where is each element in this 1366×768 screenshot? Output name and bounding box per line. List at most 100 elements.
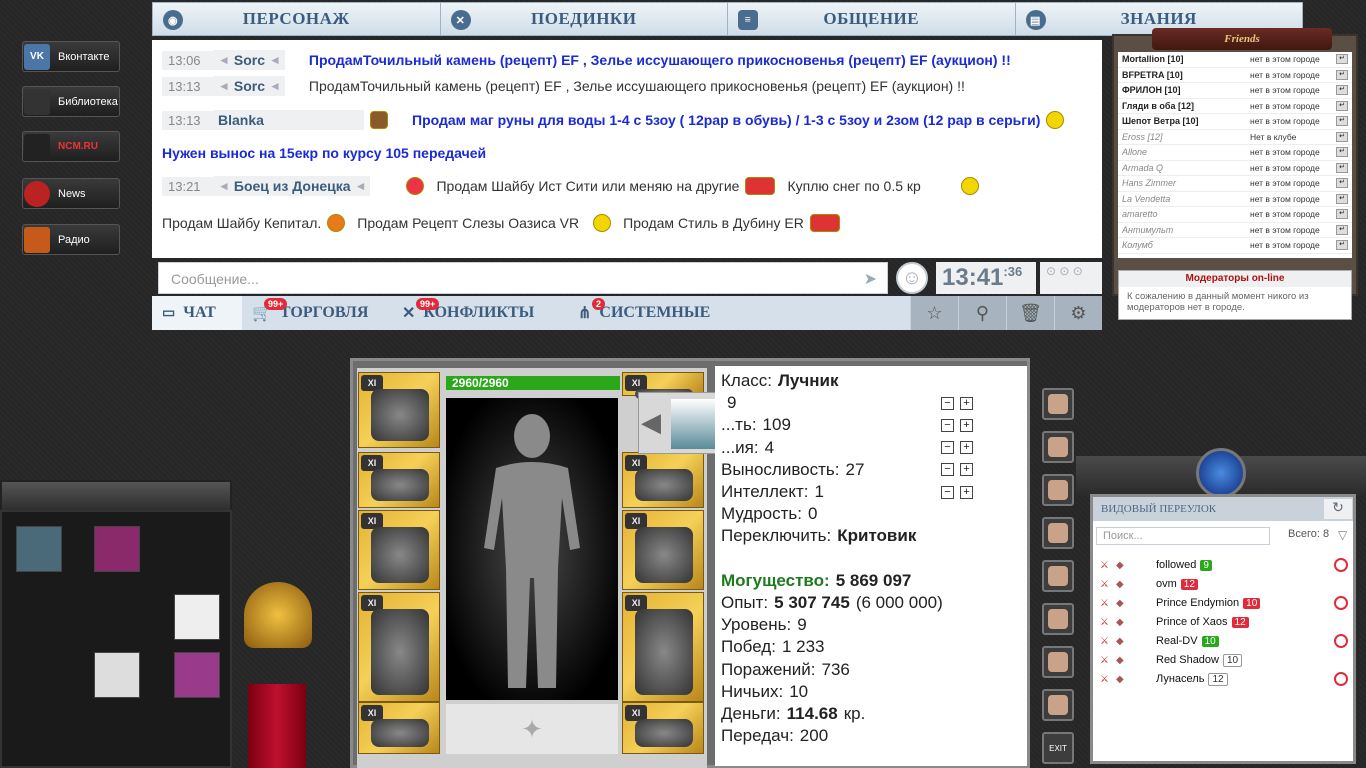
reply-icon[interactable]: ↵ — [1336, 100, 1348, 111]
plus-icon[interactable]: + — [960, 396, 973, 410]
reply-icon[interactable]: ↵ — [1336, 54, 1348, 65]
tab-trade[interactable]: 🛒 99+ ТОРГОВЛЯ — [242, 296, 392, 330]
tab-chat[interactable]: ▭ ЧАТ — [152, 296, 242, 330]
friend-row[interactable]: La Vendetta нет в этом городе ↵ — [1118, 192, 1352, 207]
reply-icon[interactable]: ↵ — [1336, 240, 1348, 251]
location-user[interactable]: ⚔ ◆ Red Shadow 10 — [1100, 651, 1243, 669]
message-input[interactable]: Сообщение... ➤ — [158, 262, 888, 294]
friend-row[interactable]: Hans Zimmer нет в этом городе ↵ — [1118, 176, 1352, 192]
chat-nick[interactable]: ◄ Sorc ◄ — [214, 50, 285, 70]
prev-arrow-icon[interactable]: ◀ — [641, 407, 661, 438]
friend-row[interactable]: Mortallion [10] нет в этом городе ↵ — [1118, 52, 1352, 68]
potion-item-icon[interactable] — [174, 652, 220, 698]
news-link[interactable]: News — [22, 178, 120, 209]
fight-icon[interactable]: ⚔ — [1100, 674, 1116, 685]
gear-icon[interactable]: ⚙ — [1054, 296, 1102, 330]
reply-icon[interactable]: ↵ — [1336, 116, 1348, 127]
equipment-slot[interactable]: XI — [358, 510, 440, 590]
target-icon[interactable] — [1334, 558, 1348, 572]
plus-icon[interactable]: + — [960, 418, 973, 432]
equipment-slot[interactable]: XI — [622, 510, 704, 590]
timer-icons[interactable]: ⊙ ⊙ ⊙ — [1040, 262, 1102, 294]
equipment-slot[interactable]: XI — [358, 702, 440, 754]
chat-nick[interactable]: ◄ Sorc ◄ — [214, 76, 285, 96]
reply-icon[interactable]: ↵ — [1336, 162, 1348, 173]
reply-icon[interactable]: ↵ — [1336, 193, 1348, 204]
refresh-icon[interactable]: ↻ — [1324, 499, 1352, 519]
banner-icon[interactable] — [248, 684, 306, 768]
stat-adjust[interactable]: − + — [941, 485, 973, 499]
reply-icon[interactable]: ↵ — [1336, 69, 1348, 80]
minus-icon[interactable]: − — [941, 485, 954, 499]
friend-row[interactable]: Allone нет в этом городе ↵ — [1118, 145, 1352, 161]
equipment-slot[interactable]: XI — [622, 452, 704, 508]
plus-icon[interactable]: + — [960, 441, 973, 455]
location-user[interactable]: ⚔ ◆ Лунасель 12 — [1100, 670, 1228, 688]
target-icon[interactable] — [1334, 596, 1348, 610]
reply-icon[interactable]: ↵ — [1336, 178, 1348, 189]
filter-icon[interactable]: ▽ — [1338, 528, 1347, 542]
minus-icon[interactable]: − — [941, 396, 954, 410]
friend-row[interactable]: BFPETRA [10] нет в этом городе ↵ — [1118, 68, 1352, 83]
minus-icon[interactable]: − — [941, 418, 954, 432]
fight-icon[interactable]: ⚔ — [1100, 579, 1116, 590]
group-icon[interactable] — [1042, 689, 1074, 721]
equipment-slot[interactable]: XI — [358, 452, 440, 508]
bottle-icon[interactable] — [1042, 646, 1074, 678]
fight-icon[interactable]: ⚔ — [1100, 617, 1116, 628]
friend-row[interactable]: Гляди в оба [12] нет в этом городе ↵ — [1118, 99, 1352, 114]
fight-icon[interactable]: ⚔ — [1100, 598, 1116, 609]
friend-row[interactable]: amaretto нет в этом городе ↵ — [1118, 207, 1352, 223]
nav-duels[interactable]: ✕ ПОЕДИНКИ — [441, 3, 728, 35]
reply-icon[interactable]: ↵ — [1336, 147, 1348, 158]
nav-social[interactable]: ≡ ОБЩЕНИЕ — [728, 3, 1016, 35]
stat-row[interactable]: Переключить: Критовик — [721, 525, 1021, 547]
fight-icon[interactable]: ⚔ — [1100, 560, 1116, 571]
equipment-slot[interactable]: XI — [622, 702, 704, 754]
equipment-slot[interactable]: XI — [358, 592, 440, 702]
bag-icon[interactable] — [1042, 603, 1074, 635]
rating-icon[interactable]: ☆ — [910, 296, 958, 330]
smiley-picker-icon[interactable]: ☺ — [896, 262, 928, 294]
globe-icon[interactable] — [1196, 448, 1246, 498]
note-item-icon[interactable] — [94, 652, 140, 698]
friend-row[interactable]: ФРИЛОН [10] нет в этом городе ↵ — [1118, 83, 1352, 99]
minus-icon[interactable]: − — [941, 441, 954, 455]
map-icon[interactable] — [1042, 431, 1074, 463]
tab-system[interactable]: ⋔ 2 СИСТЕМНЫЕ — [568, 296, 732, 330]
location-user[interactable]: ⚔ ◆ followed 9 — [1100, 556, 1212, 574]
exit-icon[interactable]: EXIT — [1042, 732, 1074, 764]
location-user[interactable]: ⚔ ◆ Prince of Xaos 12 — [1100, 613, 1249, 631]
fork-item-icon[interactable] — [16, 526, 62, 572]
plus-icon[interactable]: + — [960, 485, 973, 499]
target-icon[interactable] — [1334, 672, 1348, 686]
friend-row[interactable]: Armada Q нет в этом городе ↵ — [1118, 161, 1352, 176]
medkit-item-icon[interactable] — [174, 594, 220, 640]
stat-adjust[interactable]: − + — [941, 418, 973, 432]
library-link[interactable]: Библиотека — [22, 86, 120, 117]
ncm-link[interactable]: NCM.RU — [22, 131, 120, 162]
stat-adjust[interactable]: − + — [941, 463, 973, 477]
friend-row[interactable]: Шепот Ветра [10] нет в этом городе ↵ — [1118, 114, 1352, 130]
chat-log[interactable]: 13:06 ◄ Sorc ◄ ПродамТочильный камень (рец… — [152, 40, 1102, 258]
friend-row[interactable]: Eross [12] Нет в клубе ↵ — [1118, 130, 1352, 145]
scroll-item-icon[interactable] — [94, 526, 140, 572]
fight-icon[interactable]: ⚔ — [1100, 655, 1116, 666]
stat-adjust[interactable]: − + — [941, 396, 973, 410]
reply-icon[interactable]: ↵ — [1336, 224, 1348, 235]
skull-icon[interactable] — [1042, 560, 1074, 592]
equipment-slot[interactable]: XI — [622, 592, 704, 702]
friend-row[interactable]: Колумб нет в этом городе ↵ — [1118, 238, 1352, 254]
send-icon[interactable]: ➤ — [864, 269, 877, 289]
location-search-input[interactable]: Поиск... — [1096, 527, 1270, 545]
fight-icon[interactable]: ⚔ — [1100, 636, 1116, 647]
minus-icon[interactable]: − — [941, 463, 954, 477]
trash-icon[interactable]: 🗑 — [1006, 296, 1054, 330]
friend-row[interactable]: Антимульт нет в этом городе ↵ — [1118, 223, 1352, 238]
plus-icon[interactable]: + — [960, 463, 973, 477]
radio-link[interactable]: Радио — [22, 224, 120, 255]
tab-conflicts[interactable]: ✕ 99+ КОНФЛИКТЫ — [392, 296, 568, 330]
filter-icon[interactable]: ⚲ — [958, 296, 1006, 330]
helmet-icon[interactable] — [244, 582, 312, 648]
chat-nick[interactable]: Blanka — [214, 110, 364, 130]
